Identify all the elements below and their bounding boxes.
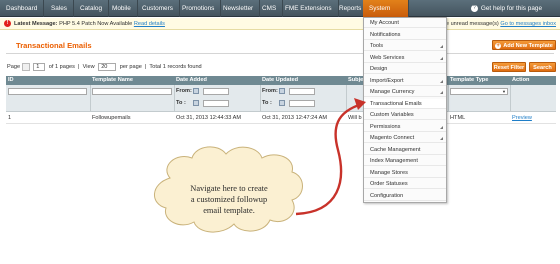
col-template-name[interactable]: Template Name [92, 76, 133, 85]
column-divider [174, 85, 175, 112]
help-label: Get help for this page [480, 5, 542, 12]
plus-icon: + [495, 43, 502, 49]
col-subject[interactable]: Subje [348, 76, 363, 85]
menu-item-import-export[interactable]: Import/Export [364, 76, 446, 86]
menu-item-transactional-emails[interactable]: Transactional Emails [364, 98, 446, 109]
callout-line-1: Navigate here to create [190, 184, 268, 193]
calendar-icon[interactable] [193, 88, 199, 94]
column-divider [346, 85, 347, 112]
column-divider [260, 85, 261, 112]
pager: Page 1 of 1 pages | View 20 per page | T… [7, 62, 202, 71]
menu-item-web-services[interactable]: Web Services [364, 53, 446, 63]
prev-page-button[interactable] [21, 62, 30, 71]
total-records: Total 1 records found [149, 64, 202, 70]
row-id: 1 [8, 115, 12, 121]
per-page-label: per page [119, 64, 142, 70]
nav-mobile[interactable]: Mobile [106, 0, 138, 17]
reset-filter-button[interactable]: Reset Filter [492, 62, 526, 72]
menu-item-cache-management[interactable]: Cache Management [364, 145, 446, 155]
menu-item-order-statuses[interactable]: Order Statuses [364, 179, 446, 189]
callout-line-3: email template. [203, 206, 255, 215]
menu-item-permissions[interactable]: Permissions [364, 122, 446, 132]
help-icon: ? [470, 4, 478, 12]
inbox-notice: notice unread message(s) Go to messages … [434, 18, 556, 30]
id-filter-input[interactable] [8, 88, 87, 95]
col-date-added[interactable]: Date Added [176, 76, 207, 85]
nav-sales[interactable]: Sales [45, 0, 74, 17]
menu-item-notifications[interactable]: Notifications [364, 30, 446, 40]
callout-cloud [154, 98, 366, 233]
calendar-icon[interactable] [279, 100, 285, 106]
nav-system[interactable]: System [363, 0, 409, 17]
column-divider [90, 85, 91, 112]
message-bar: ! Latest Message: PHP 5.4 Patch Now Avai… [0, 18, 560, 30]
nav-fme-extensions[interactable]: FME Extensions [279, 0, 339, 17]
col-date-updated[interactable]: Date Updated [262, 76, 298, 85]
nav-customers[interactable]: Customers [136, 0, 180, 17]
nav-dashboard[interactable]: Dashboard [0, 0, 45, 17]
type-filter-select[interactable]: ▼ [450, 88, 508, 95]
add-template-button[interactable]: + Add New Template [492, 40, 556, 50]
per-page-select[interactable]: 20 [98, 62, 117, 71]
menu-item-manage-stores[interactable]: Manage Stores [364, 168, 446, 178]
table-row[interactable]: 1 Followupemails Oct 31, 2013 12:44:33 A… [6, 113, 556, 124]
menu-item-index-management[interactable]: Index Management [364, 156, 446, 166]
added-from-input[interactable] [203, 88, 229, 95]
add-template-label: Add New Template [503, 43, 553, 49]
latest-message: Latest Message: PHP 5.4 Patch Now Availa… [14, 18, 165, 30]
added-from-label: From: [176, 88, 192, 94]
latest-message-label: Latest Message: [14, 21, 58, 27]
row-template-name: Followupemails [92, 115, 131, 121]
search-button[interactable]: Search [529, 62, 556, 72]
nav-catalog[interactable]: Catalog [74, 0, 110, 17]
row-date-added: Oct 31, 2013 12:44:33 AM [176, 115, 241, 121]
inbox-link[interactable]: Go to messages inbox [500, 21, 556, 27]
help-link[interactable]: ? Get help for this page [470, 0, 542, 17]
menu-item-custom-variables[interactable]: Custom Variables [364, 110, 446, 120]
menu-item-my-account[interactable]: My Account [364, 18, 446, 28]
page-input[interactable]: 1 [33, 62, 46, 71]
row-template-type: HTML [450, 115, 466, 121]
filter-row: From: To : From: To : ▼ [6, 85, 556, 112]
name-filter-input[interactable] [92, 88, 172, 95]
latest-message-text: PHP 5.4 Patch Now Available [59, 21, 133, 27]
updated-from-label: From: [262, 88, 278, 94]
grid-header: ID Template Name Date Added Date Updated… [6, 76, 556, 85]
calendar-icon[interactable] [193, 100, 199, 106]
read-details-link[interactable]: Read details [134, 21, 165, 27]
view-label: View [82, 64, 95, 70]
column-divider [510, 85, 511, 112]
added-to-input[interactable] [203, 100, 229, 107]
page-root: Dashboard Sales Catalog Mobile Customers… [0, 0, 560, 264]
of-pages-label: of 1 pages [48, 64, 75, 70]
row-date-updated: Oct 31, 2013 12:47:24 AM [262, 115, 327, 121]
col-template-type[interactable]: Template Type [450, 76, 488, 85]
col-action: Action [512, 77, 530, 83]
menu-item-configuration[interactable]: Configuration [364, 191, 446, 201]
calendar-icon[interactable] [279, 88, 285, 94]
updated-to-input[interactable] [289, 100, 315, 107]
column-divider [448, 85, 449, 112]
page-title: Transactional Emails [16, 41, 92, 50]
callout-line-2: a customized followup [190, 195, 268, 204]
updated-to-label: To : [262, 100, 272, 106]
system-dropdown-menu: My Account Notifications Tools Web Servi… [363, 17, 447, 203]
top-nav: Dashboard Sales Catalog Mobile Customers… [0, 0, 560, 17]
chevron-down-icon: ▼ [502, 89, 506, 94]
nav-newsletter[interactable]: Newsletter [217, 0, 261, 17]
menu-item-manage-currency[interactable]: Manage Currency [364, 87, 446, 97]
added-to-label: To : [176, 100, 186, 106]
updated-from-input[interactable] [289, 88, 315, 95]
menu-item-tools[interactable]: Tools [364, 41, 446, 51]
page-label: Page [7, 64, 21, 70]
row-subject: Will b [348, 115, 362, 121]
alert-icon: ! [4, 20, 11, 27]
title-divider [6, 53, 554, 54]
nav-promotions[interactable]: Promotions [176, 0, 222, 17]
preview-link[interactable]: Preview [512, 115, 532, 121]
menu-item-design[interactable]: Design [364, 64, 446, 74]
col-id[interactable]: ID [8, 76, 14, 85]
menu-item-magento-connect[interactable]: Magento Connect [364, 133, 446, 143]
callout-text: Navigate here to create a customized fol… [160, 183, 298, 216]
